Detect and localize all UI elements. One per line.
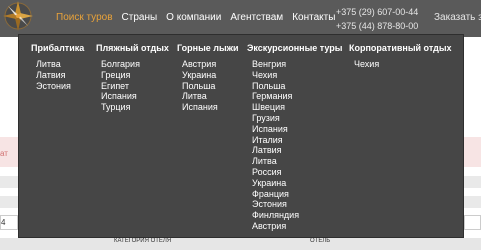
page-background-left xyxy=(0,37,18,137)
form-input-right[interactable] xyxy=(464,215,481,230)
menu-item[interactable]: Испания xyxy=(252,124,342,135)
menu-column-baltics: Прибалтика Литва Латвия Эстония xyxy=(31,43,84,91)
menu-item[interactable]: Австрия xyxy=(252,221,342,232)
form-row-right-1 xyxy=(464,176,481,188)
menu-item[interactable]: Эстония xyxy=(252,199,342,210)
menu-item[interactable]: Чехия xyxy=(354,59,452,70)
logo-icon[interactable] xyxy=(0,0,46,37)
nav-countries[interactable]: Страны xyxy=(122,12,158,23)
menu-column-beach: Пляжный отдых Болгария Греция Египет Исп… xyxy=(96,43,169,113)
hotel-label: ОТЕЛЬ xyxy=(310,238,331,244)
menu-item[interactable]: Литва xyxy=(252,156,342,167)
site-header: Поиск туров Страны О компании Агентствам… xyxy=(0,0,481,37)
form-row-left-1 xyxy=(0,176,18,188)
menu-item[interactable]: Эстония xyxy=(36,81,84,92)
menu-item[interactable]: Россия xyxy=(252,167,342,178)
menu-item[interactable]: Польша xyxy=(182,81,239,92)
menu-column-title[interactable]: Корпоративный отдых xyxy=(349,43,452,53)
menu-column-title[interactable]: Горные лыжи xyxy=(177,43,239,53)
menu-item[interactable]: Грузия xyxy=(252,113,342,124)
alert-strip-right xyxy=(464,137,481,167)
menu-item[interactable]: Литва xyxy=(36,59,84,70)
order-call-link[interactable]: Заказать зв xyxy=(434,12,481,23)
phone-link-1[interactable]: +375 (29) 607-00-44 xyxy=(336,5,418,19)
input-value-fragment: 4 xyxy=(1,218,6,227)
form-labels-strip xyxy=(0,238,481,250)
menu-item[interactable]: Италия xyxy=(252,135,342,146)
menu-item[interactable]: Латвия xyxy=(36,70,84,81)
menu-item[interactable]: Франция xyxy=(252,189,342,200)
menu-item[interactable]: Чехия xyxy=(252,70,342,81)
menu-item[interactable]: Болгария xyxy=(101,59,169,70)
menu-column-title[interactable]: Экскурсионные туры xyxy=(247,43,342,53)
phone-link-2[interactable]: +375 (44) 878-80-00 xyxy=(336,19,418,33)
nav-tour-search[interactable]: Поиск туров xyxy=(56,12,113,23)
menu-item[interactable]: Украина xyxy=(252,178,342,189)
hotel-category-label: КАТЕГОРИЯ ОТЕЛЯ xyxy=(114,238,172,244)
nav-contacts[interactable]: Контакты xyxy=(292,12,335,23)
menu-column-excursions: Экскурсионные туры Венгрия Чехия Польша … xyxy=(247,43,342,232)
menu-item[interactable]: Финляндия xyxy=(252,210,342,221)
menu-item[interactable]: Швеция xyxy=(252,102,342,113)
menu-item[interactable]: Литва xyxy=(182,91,239,102)
page-background-right xyxy=(464,37,481,137)
menu-item[interactable]: Украина xyxy=(182,70,239,81)
menu-column-corporate: Корпоративный отдых Чехия xyxy=(349,43,452,70)
menu-item[interactable]: Египет xyxy=(101,81,169,92)
form-row-right-2 xyxy=(464,196,481,208)
menu-column-title[interactable]: Пляжный отдых xyxy=(96,43,169,53)
nav-about[interactable]: О компании xyxy=(166,12,221,23)
phone-numbers: +375 (29) 607-00-44 +375 (44) 878-80-00 xyxy=(336,5,418,33)
menu-item[interactable]: Турция xyxy=(101,102,169,113)
menu-column-ski: Горные лыжи Австрия Украина Польша Литва… xyxy=(177,43,239,113)
menu-item[interactable]: Латвия xyxy=(252,145,342,156)
menu-item[interactable]: Польша xyxy=(252,81,342,92)
menu-item[interactable]: Германия xyxy=(252,91,342,102)
nav-agencies[interactable]: Агентствам xyxy=(230,12,283,23)
menu-item[interactable]: Венгрия xyxy=(252,59,342,70)
main-nav: Поиск туров Страны О компании Агентствам… xyxy=(56,12,344,23)
alert-text-fragment: ат xyxy=(0,149,8,158)
menu-item[interactable]: Австрия xyxy=(182,59,239,70)
form-row-left-2 xyxy=(0,196,18,208)
menu-item[interactable]: Испания xyxy=(101,91,169,102)
menu-column-title[interactable]: Прибалтика xyxy=(31,43,84,53)
menu-item[interactable]: Испания xyxy=(182,102,239,113)
countries-dropdown-menu: Прибалтика Литва Латвия Эстония Пляжный … xyxy=(18,34,464,238)
menu-item[interactable]: Греция xyxy=(101,70,169,81)
